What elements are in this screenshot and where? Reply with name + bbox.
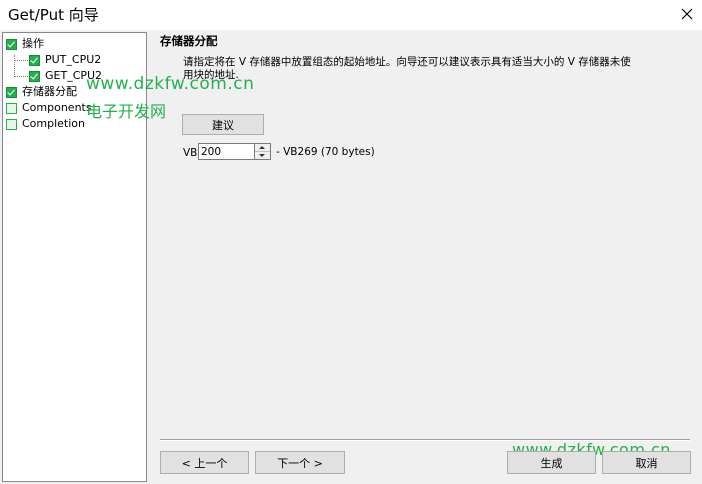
- section-title: 存储器分配: [160, 34, 218, 48]
- watermark-url: www.dzkfw.com.cn: [86, 74, 255, 94]
- close-icon: [681, 8, 693, 20]
- tree-item-completion[interactable]: Completion: [6, 116, 85, 132]
- tree-item-put-cpu2[interactable]: PUT_CPU2: [29, 52, 101, 68]
- tree-item-label: 操作: [22, 37, 44, 50]
- tree-item-label: 存储器分配: [22, 85, 77, 99]
- previous-button[interactable]: < 上一个: [160, 451, 249, 474]
- tree-item-label: Components: [22, 101, 92, 114]
- tree-item-components[interactable]: Components: [6, 100, 92, 116]
- checkbox-unchecked-icon[interactable]: [6, 118, 17, 130]
- tree-connector: [14, 60, 28, 61]
- checkbox-checked-icon[interactable]: [29, 70, 40, 82]
- spin-up-arrow-icon[interactable]: [255, 144, 270, 152]
- tree-item-memory-allocation[interactable]: 存储器分配: [6, 84, 77, 100]
- next-button[interactable]: 下一个 >: [255, 451, 345, 474]
- footer-divider: [160, 439, 690, 441]
- title-bar: Get/Put 向导: [0, 0, 702, 30]
- tree-item-label: Completion: [22, 117, 86, 130]
- checkbox-unchecked-icon[interactable]: [6, 102, 17, 114]
- tree-connector: [14, 76, 28, 77]
- vb-range-text: - VB269 (70 bytes): [276, 146, 375, 158]
- checkbox-checked-icon[interactable]: [6, 38, 17, 50]
- checkbox-checked-icon[interactable]: [6, 86, 17, 98]
- tree-item-operations[interactable]: 操作: [6, 36, 44, 52]
- close-button[interactable]: [672, 0, 702, 30]
- vb-prefix-label: VB: [183, 147, 198, 159]
- spin-down-arrow-icon[interactable]: [255, 152, 270, 159]
- checkbox-checked-icon[interactable]: [29, 54, 40, 66]
- window-title: Get/Put 向导: [8, 6, 99, 24]
- tree-connector: [14, 55, 15, 75]
- watermark-site-name: 电子开发网: [86, 102, 167, 121]
- generate-button[interactable]: 生成: [507, 451, 596, 474]
- vb-address-spinner: [255, 143, 271, 160]
- vb-address-input[interactable]: [198, 143, 255, 160]
- cancel-button[interactable]: 取消: [602, 451, 691, 474]
- tree-item-label: PUT_CPU2: [45, 53, 102, 66]
- suggest-button[interactable]: 建议: [182, 114, 264, 135]
